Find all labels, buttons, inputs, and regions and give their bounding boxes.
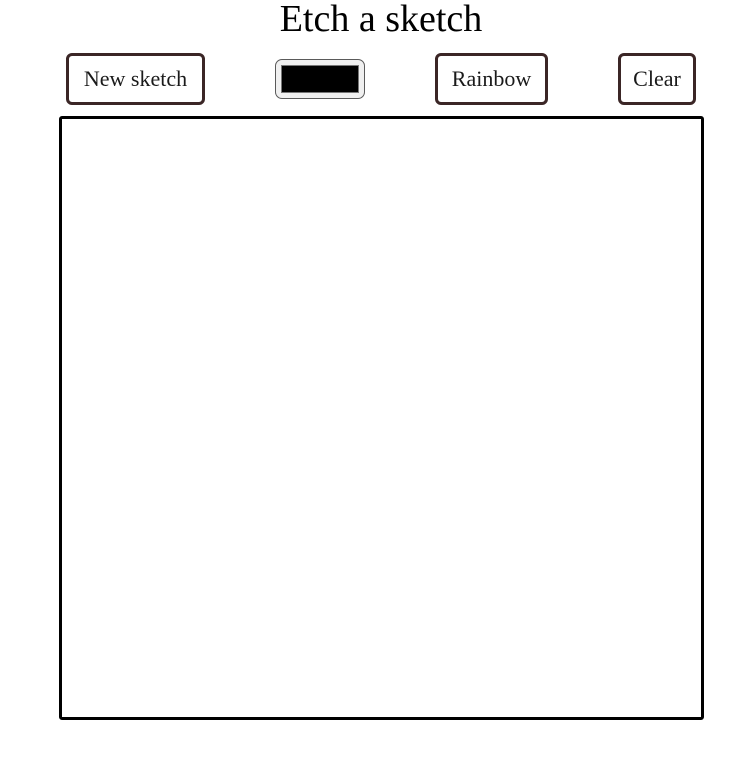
- sketch-canvas[interactable]: [59, 116, 704, 720]
- page-title: Etch a sketch: [279, 0, 483, 40]
- color-picker[interactable]: [275, 59, 365, 99]
- new-sketch-button[interactable]: New sketch: [66, 53, 205, 105]
- color-swatch: [281, 65, 359, 93]
- clear-button[interactable]: Clear: [618, 53, 696, 105]
- etch-a-sketch-page: Etch a sketch New sketch Rainbow Clear: [0, 0, 745, 757]
- rainbow-button[interactable]: Rainbow: [435, 53, 548, 105]
